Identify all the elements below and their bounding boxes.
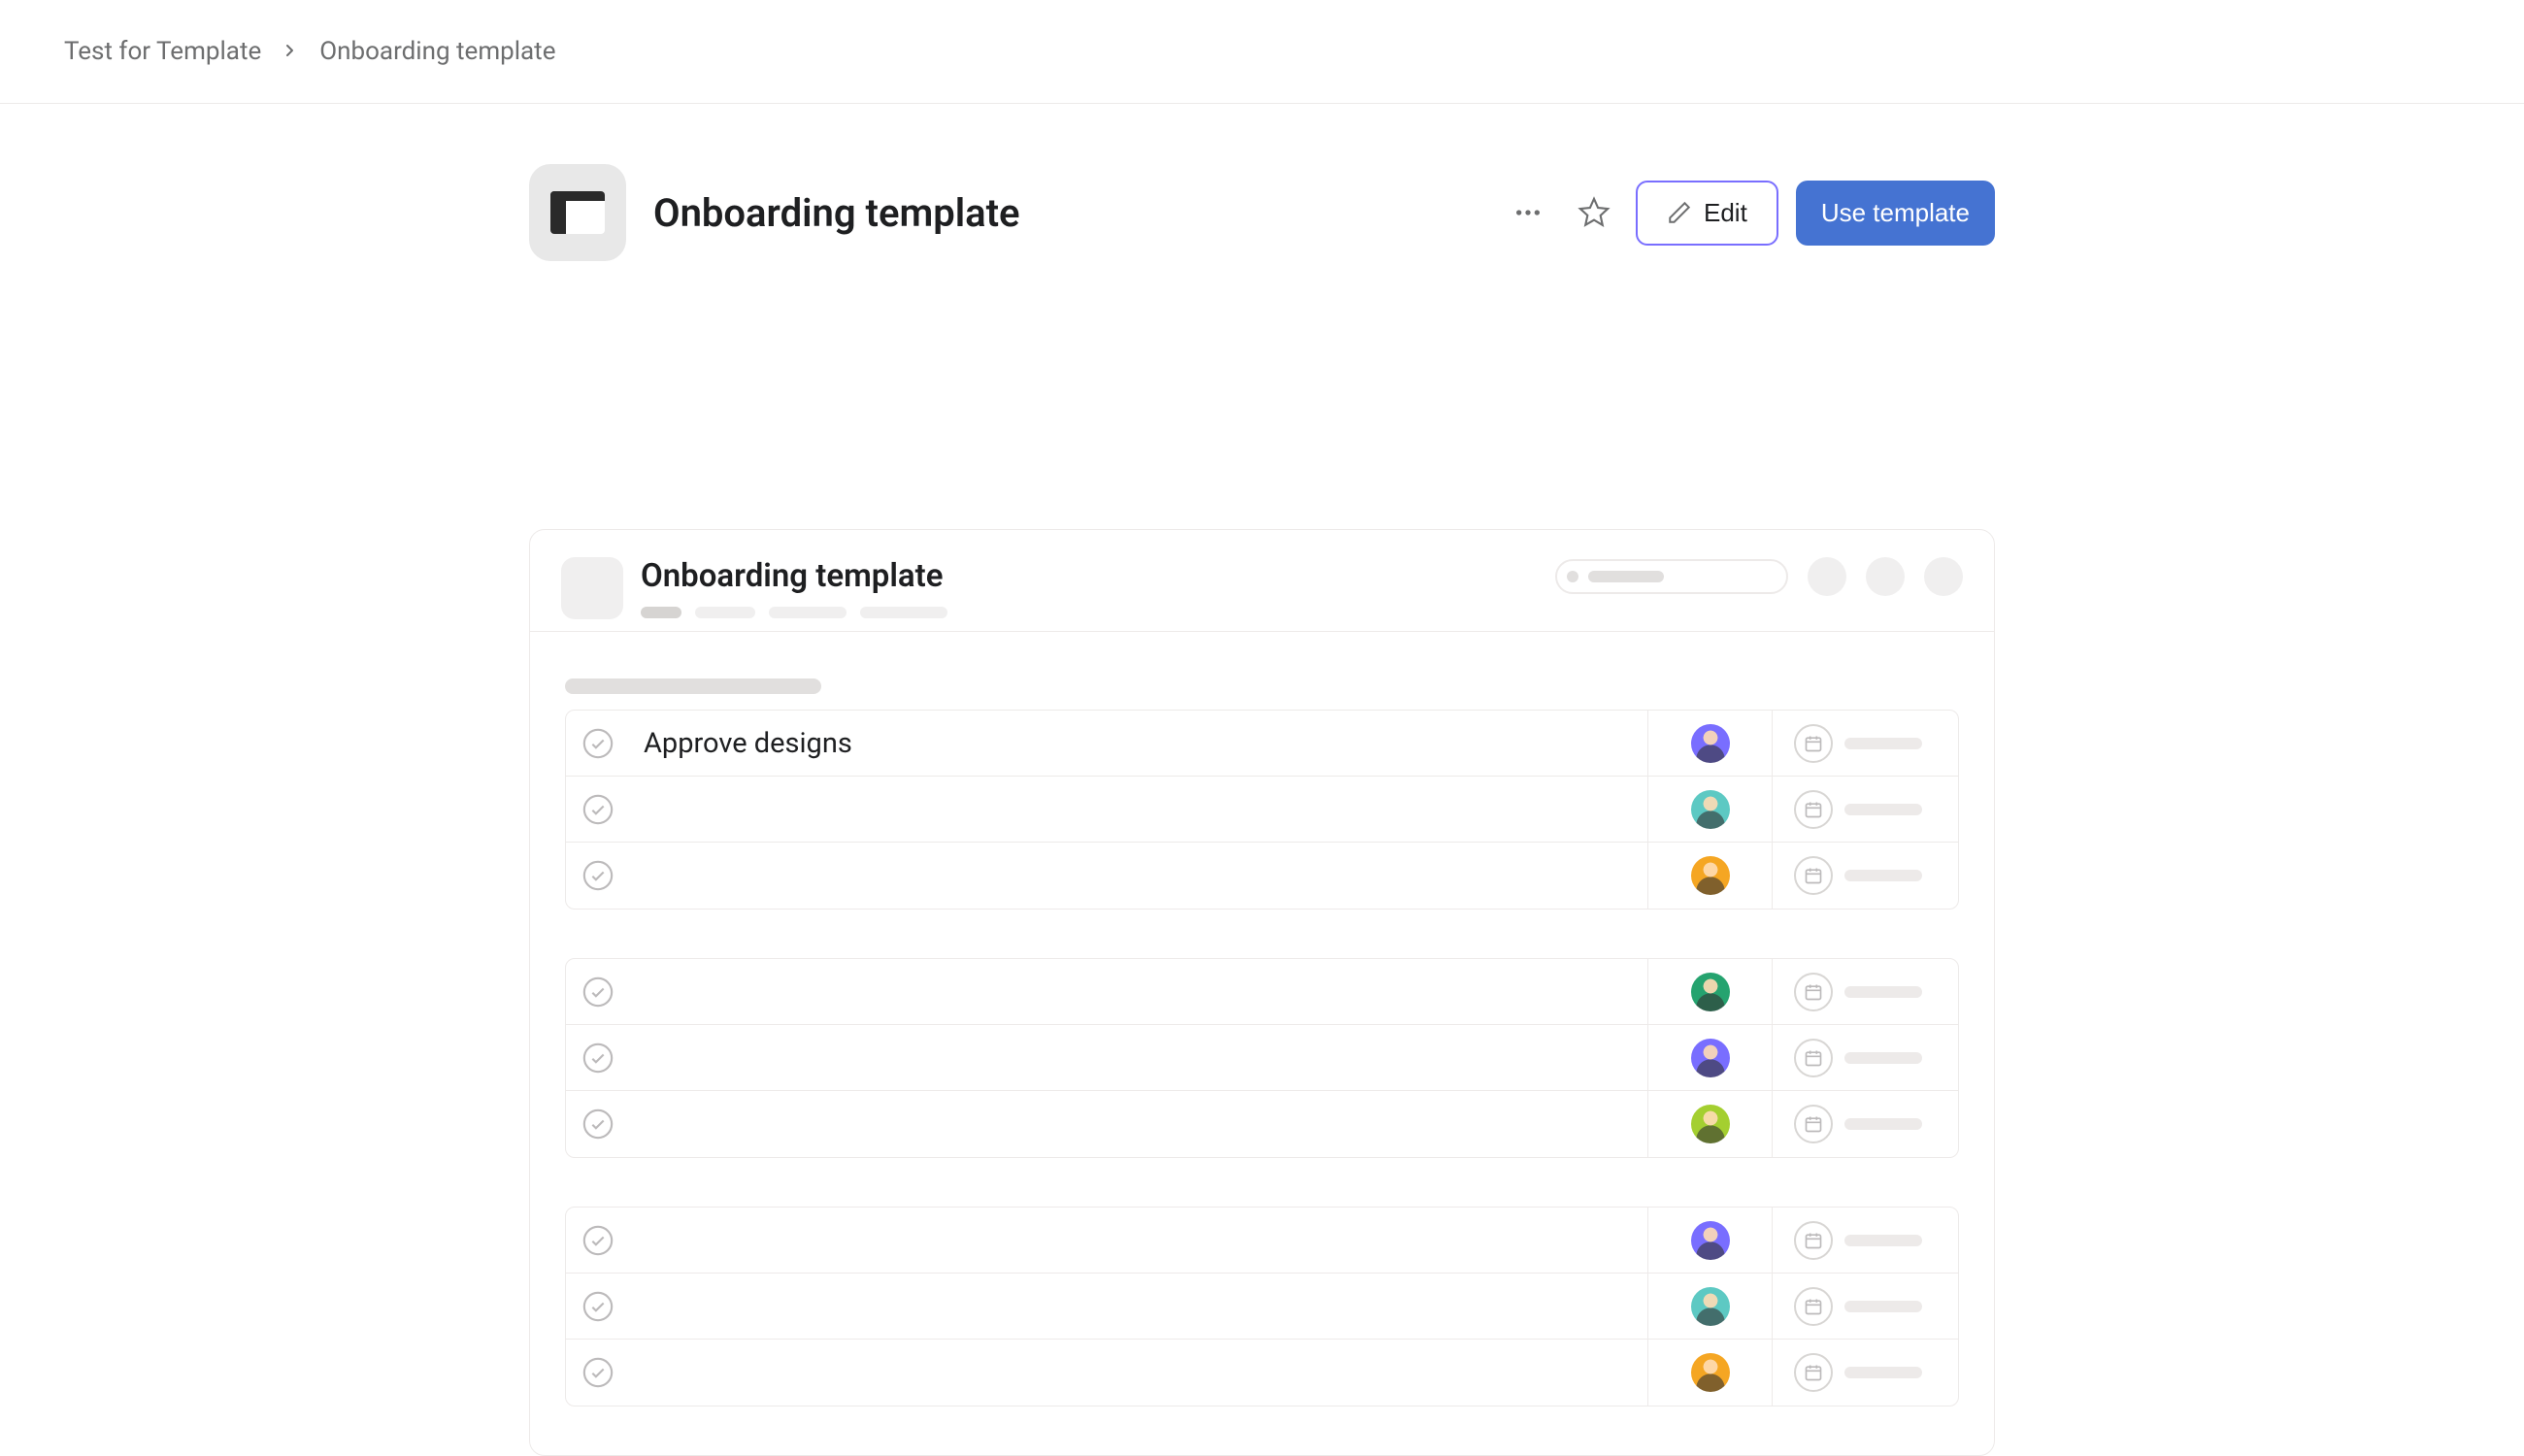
calendar-icon [1794, 1039, 1833, 1077]
calendar-icon [1794, 973, 1833, 1011]
assignee-cell[interactable] [1647, 1208, 1772, 1273]
due-date-cell[interactable] [1772, 1091, 1958, 1157]
check-circle-icon[interactable] [581, 1042, 614, 1075]
task-row[interactable] [566, 1208, 1958, 1274]
due-date-cell[interactable] [1772, 777, 1958, 842]
assignee-cell[interactable] [1647, 1091, 1772, 1157]
date-skeleton [1844, 1301, 1922, 1312]
task-row[interactable] [566, 1274, 1958, 1340]
edit-button-label: Edit [1704, 198, 1747, 228]
calendar-icon [1794, 1221, 1833, 1260]
date-skeleton [1844, 1235, 1922, 1246]
date-skeleton [1844, 1367, 1922, 1378]
avatar [1691, 973, 1730, 1011]
date-skeleton [1844, 1052, 1922, 1064]
calendar-icon [1794, 1287, 1833, 1326]
check-circle-icon[interactable] [581, 1224, 614, 1257]
calendar-icon [1794, 856, 1833, 895]
avatar [1691, 1105, 1730, 1143]
avatar [1691, 1287, 1730, 1326]
preview-action-skeleton [1866, 557, 1905, 596]
check-circle-icon[interactable] [581, 727, 614, 760]
task-row[interactable] [566, 1340, 1958, 1406]
section-header-skeleton [565, 678, 821, 694]
task-row[interactable] [566, 777, 1958, 843]
check-circle-icon[interactable] [581, 1290, 614, 1323]
more-actions-button[interactable] [1504, 188, 1552, 237]
task-name: Approve designs [644, 727, 852, 760]
task-row[interactable] [566, 1091, 1958, 1157]
task-row[interactable] [566, 959, 1958, 1025]
preview-title: Onboarding template [641, 557, 947, 595]
check-circle-icon[interactable] [581, 1356, 614, 1389]
due-date-cell[interactable] [1772, 959, 1958, 1024]
task-row[interactable]: Approve designs [566, 711, 1958, 777]
date-skeleton [1844, 804, 1922, 815]
calendar-icon [1794, 790, 1833, 829]
template-icon [529, 164, 626, 261]
task-row[interactable] [566, 1025, 1958, 1091]
due-date-cell[interactable] [1772, 1025, 1958, 1090]
date-skeleton [1844, 738, 1922, 749]
template-header: Onboarding template Edit Use template [529, 164, 1995, 261]
assignee-cell[interactable] [1647, 1025, 1772, 1090]
avatar [1691, 1353, 1730, 1392]
date-skeleton [1844, 870, 1922, 881]
assignee-cell[interactable] [1647, 959, 1772, 1024]
assignee-cell[interactable] [1647, 777, 1772, 842]
preview-action-skeleton [1808, 557, 1846, 596]
task-section [565, 1207, 1959, 1406]
due-date-cell[interactable] [1772, 843, 1958, 909]
task-section: Approve designs [565, 710, 1959, 910]
due-date-cell[interactable] [1772, 711, 1958, 776]
breadcrumb-current: Onboarding template [319, 37, 555, 66]
preview-project-icon [561, 557, 623, 619]
favorite-button[interactable] [1570, 188, 1618, 237]
due-date-cell[interactable] [1772, 1274, 1958, 1339]
calendar-icon [1794, 1353, 1833, 1392]
task-row[interactable] [566, 843, 1958, 909]
assignee-cell[interactable] [1647, 1274, 1772, 1339]
template-preview: Onboarding template [529, 529, 1995, 1456]
check-circle-icon[interactable] [581, 976, 614, 1009]
avatar [1691, 790, 1730, 829]
date-skeleton [1844, 1118, 1922, 1130]
calendar-icon [1794, 724, 1833, 763]
avatar [1691, 724, 1730, 763]
breadcrumb: Test for Template Onboarding template [0, 0, 2524, 104]
check-circle-icon[interactable] [581, 793, 614, 826]
due-date-cell[interactable] [1772, 1340, 1958, 1406]
check-circle-icon[interactable] [581, 1108, 614, 1141]
avatar [1691, 856, 1730, 895]
page-title: Onboarding template [653, 190, 1477, 236]
assignee-cell[interactable] [1647, 711, 1772, 776]
pencil-icon [1667, 200, 1692, 225]
check-circle-icon[interactable] [581, 859, 614, 892]
preview-search-skeleton [1555, 559, 1788, 594]
due-date-cell[interactable] [1772, 1208, 1958, 1273]
avatar [1691, 1039, 1730, 1077]
date-skeleton [1844, 986, 1922, 998]
assignee-cell[interactable] [1647, 1340, 1772, 1406]
edit-button[interactable]: Edit [1636, 181, 1778, 246]
task-section [565, 958, 1959, 1158]
avatar [1691, 1221, 1730, 1260]
calendar-icon [1794, 1105, 1833, 1143]
breadcrumb-parent[interactable]: Test for Template [64, 37, 261, 66]
chevron-right-icon [282, 40, 298, 64]
preview-action-skeleton [1924, 557, 1963, 596]
preview-tabs-skeleton [641, 607, 947, 618]
use-template-button[interactable]: Use template [1796, 181, 1995, 246]
assignee-cell[interactable] [1647, 843, 1772, 909]
